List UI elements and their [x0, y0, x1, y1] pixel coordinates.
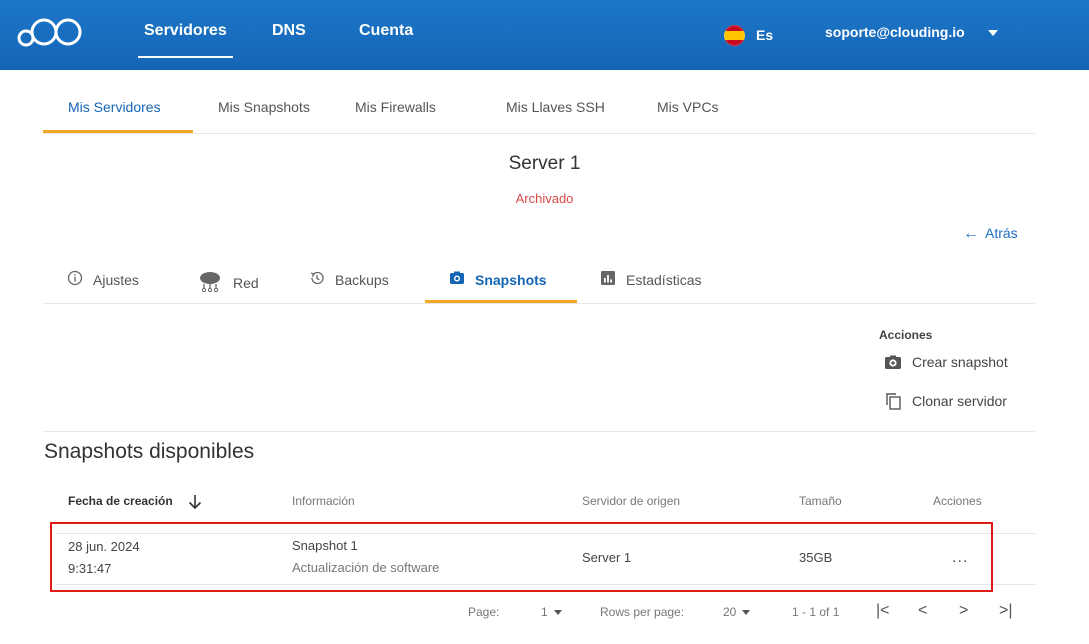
create-snapshot-label: Crear snapshot: [912, 354, 1008, 370]
bar-chart-icon: [600, 270, 616, 289]
next-page-icon[interactable]: >: [959, 602, 968, 620]
camera-add-icon: [884, 354, 902, 370]
column-header-informacion[interactable]: Información: [292, 494, 355, 508]
rows-per-page-value: 20: [723, 605, 737, 619]
server-status: Archivado: [515, 191, 574, 206]
tab-snapshots[interactable]: Snapshots: [449, 270, 547, 289]
network-icon: [197, 270, 223, 295]
clone-server-label: Clonar servidor: [912, 393, 1007, 409]
nav-cuenta[interactable]: Cuenta: [359, 22, 413, 40]
divider: [43, 431, 1035, 432]
active-tab-indicator: [43, 130, 193, 133]
column-header-fecha[interactable]: Fecha de creación: [68, 494, 202, 510]
column-header-tamano[interactable]: Tamaño: [799, 494, 842, 508]
tab-estadisticas-label: Estadísticas: [626, 271, 702, 288]
active-server-tab-indicator: [425, 300, 577, 303]
spain-flag-icon[interactable]: [724, 25, 745, 46]
nav-servidores[interactable]: Servidores: [138, 22, 233, 58]
history-icon: [309, 270, 325, 289]
tab-red-label: Red: [233, 274, 259, 291]
language-selector[interactable]: Es: [756, 27, 773, 43]
tab-estadisticas[interactable]: Estadísticas: [600, 270, 701, 289]
account-menu[interactable]: soporte@clouding.io: [825, 24, 965, 40]
tab-mis-firewalls[interactable]: Mis Firewalls: [355, 99, 436, 115]
first-page-icon[interactable]: |<: [876, 602, 890, 620]
chevron-down-icon: [742, 610, 751, 616]
highlight-box: [50, 522, 993, 592]
page-label: Page:: [468, 605, 500, 619]
tab-mis-servidores[interactable]: Mis Servidores: [68, 99, 161, 115]
chevron-down-icon: [553, 610, 562, 616]
clone-server-button[interactable]: Clonar servidor: [884, 392, 1007, 410]
tab-red[interactable]: Red: [197, 270, 259, 295]
create-snapshot-button[interactable]: Crear snapshot: [884, 354, 1008, 370]
back-link[interactable]: ← Atrás: [963, 225, 1018, 243]
section-tabs: Mis Servidores Mis Snapshots Mis Firewal…: [43, 90, 1035, 134]
nav-dns[interactable]: DNS: [272, 22, 306, 40]
info-icon: [67, 270, 83, 289]
tab-backups[interactable]: Backups: [309, 270, 389, 289]
snapshots-section-title: Snapshots disponibles: [44, 440, 255, 463]
page-select[interactable]: 1: [541, 605, 562, 619]
previous-page-icon[interactable]: <: [918, 602, 927, 620]
pagination-range: 1 - 1 of 1: [792, 605, 840, 619]
server-name: Server 1: [508, 153, 581, 174]
arrow-left-icon: ←: [963, 225, 979, 242]
copy-icon: [884, 392, 902, 410]
arrow-down-icon: [188, 495, 202, 510]
column-header-servidor-origen[interactable]: Servidor de origen: [582, 494, 680, 508]
tab-backups-label: Backups: [335, 271, 389, 288]
back-label: Atrás: [985, 225, 1018, 241]
camera-icon: [449, 270, 465, 289]
tab-snapshots-label: Snapshots: [475, 271, 547, 288]
chevron-down-icon[interactable]: [988, 30, 998, 36]
column-header-fecha-label: Fecha de creación: [68, 494, 173, 509]
clouding-logo[interactable]: [16, 16, 86, 48]
page-select-value: 1: [541, 605, 548, 619]
tab-mis-llaves-ssh[interactable]: Mis Llaves SSH: [506, 99, 605, 115]
tab-mis-vpcs[interactable]: Mis VPCs: [657, 99, 718, 115]
tab-ajustes-label: Ajustes: [93, 271, 139, 288]
server-tabs: Ajustes Red Backups Snapshots Estadístic…: [43, 258, 1035, 304]
tab-ajustes[interactable]: Ajustes: [67, 270, 139, 289]
top-navigation-bar: Servidores DNS Cuenta Es soporte@cloudin…: [0, 0, 1089, 70]
last-page-icon[interactable]: >|: [999, 602, 1013, 620]
actions-title: Acciones: [879, 328, 933, 342]
tab-mis-snapshots[interactable]: Mis Snapshots: [218, 99, 310, 115]
rows-per-page-select[interactable]: 20: [723, 605, 751, 619]
rows-per-page-label: Rows per page:: [600, 605, 685, 619]
column-header-acciones: Acciones: [933, 494, 982, 508]
